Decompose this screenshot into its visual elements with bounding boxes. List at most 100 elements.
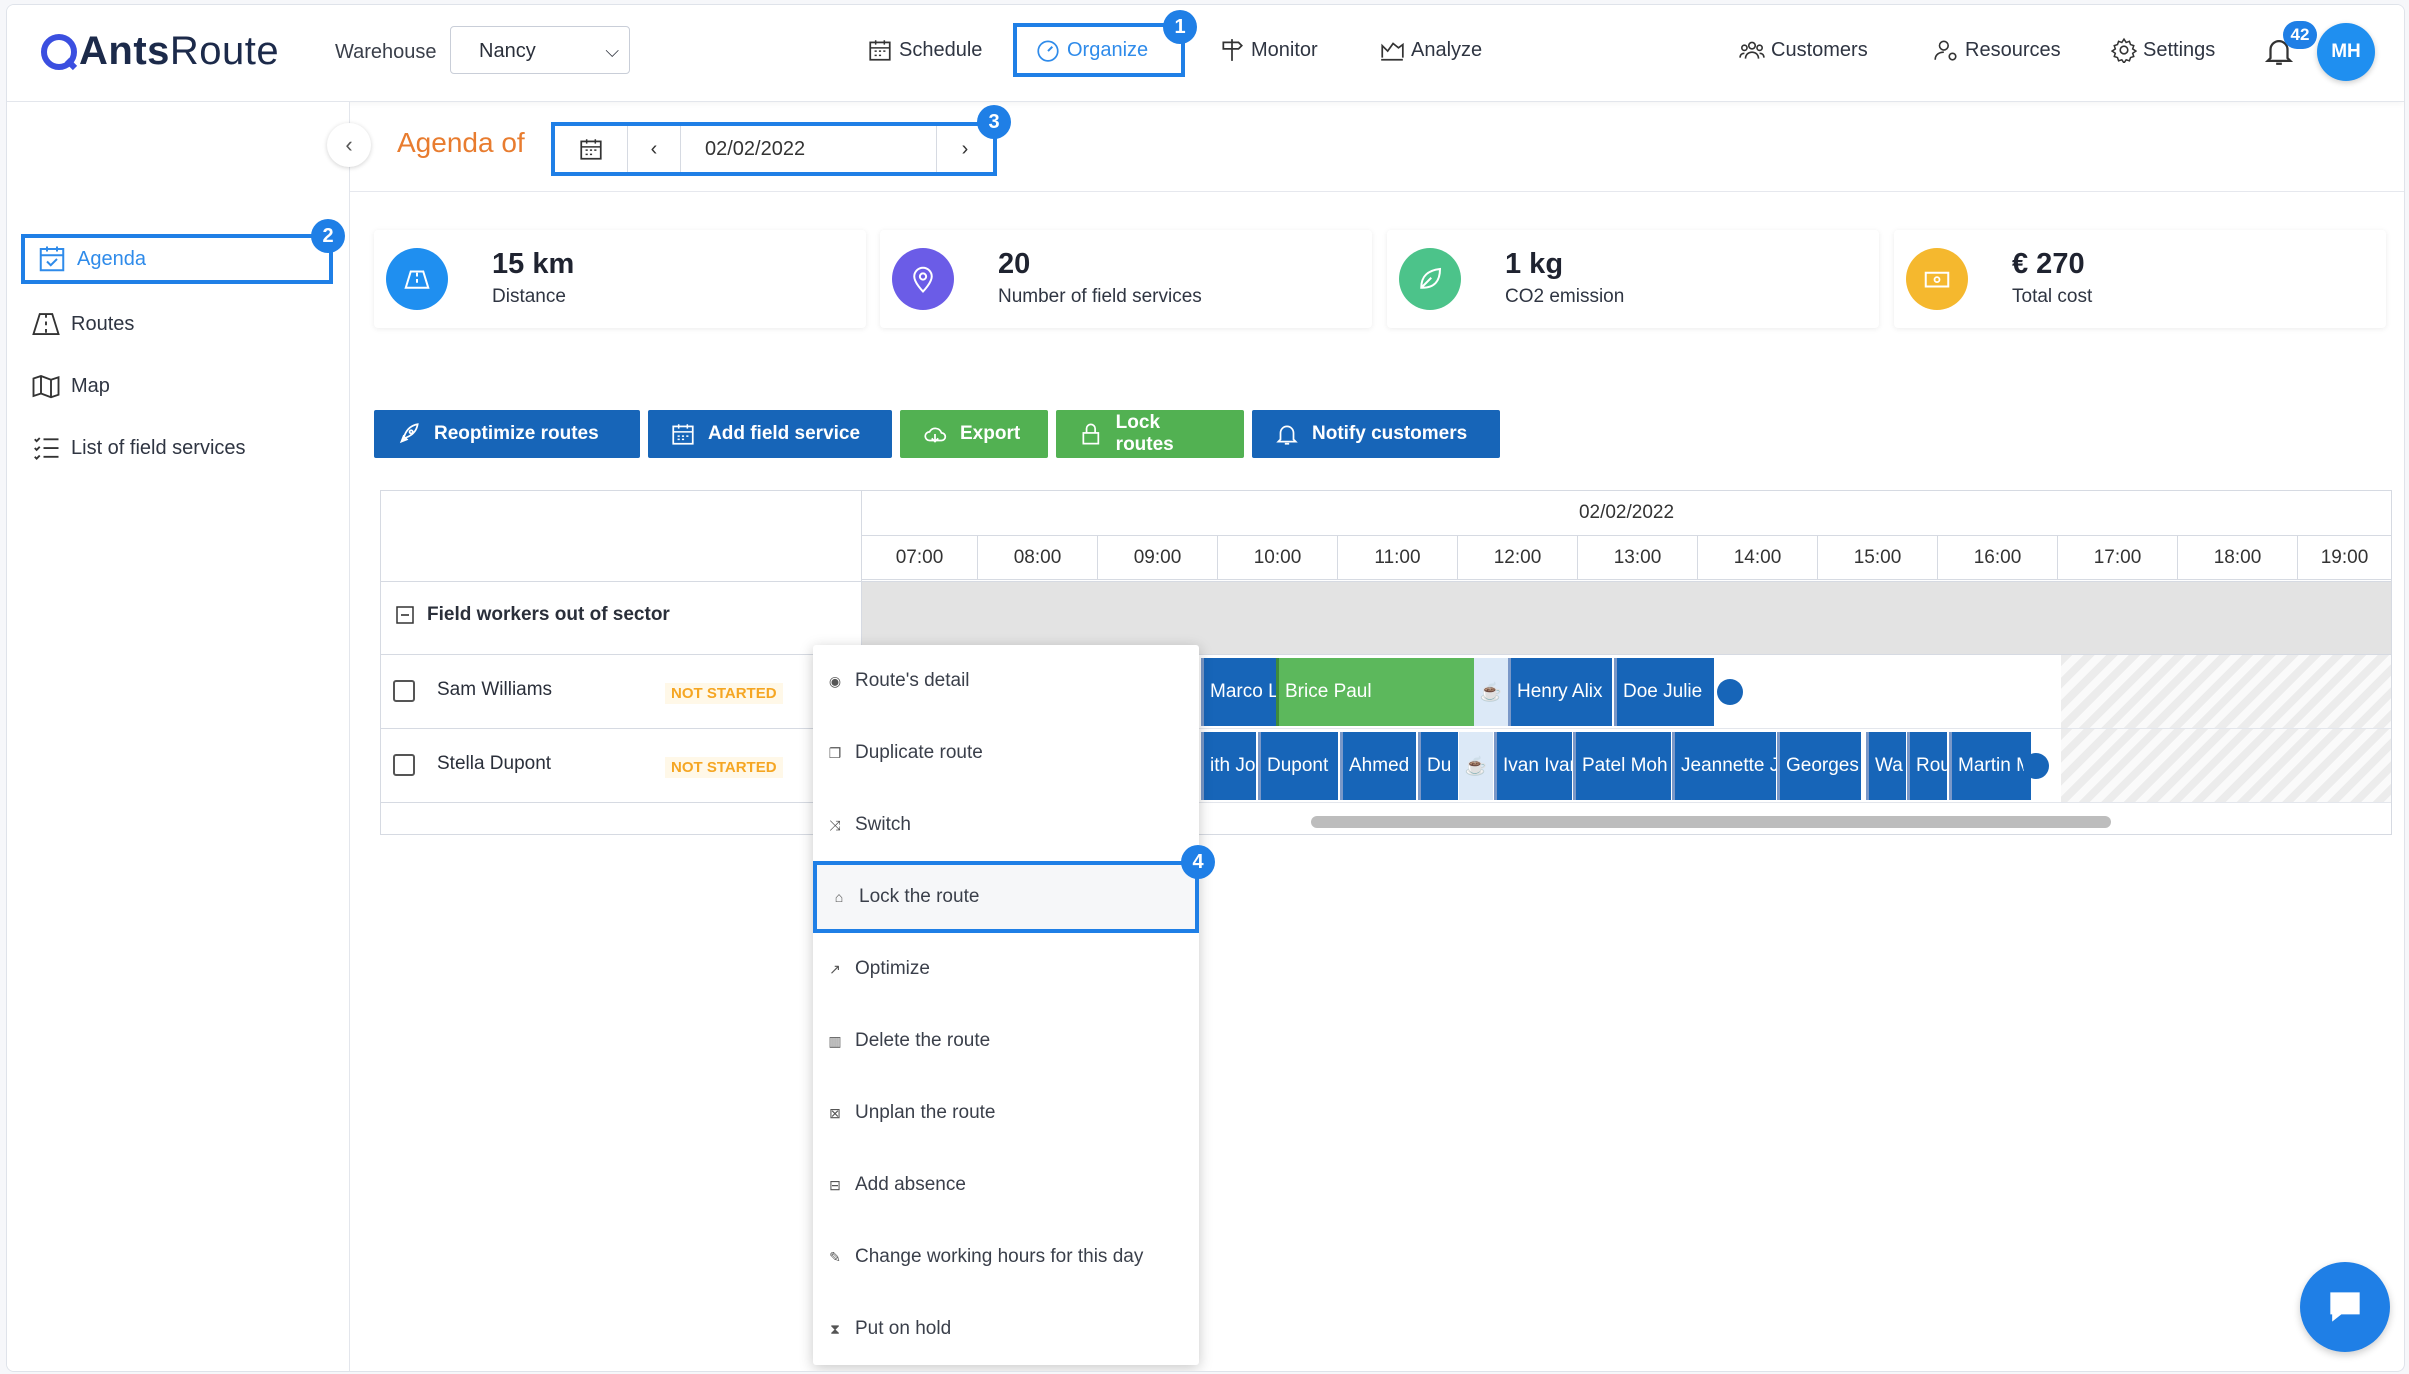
nav-organize[interactable]: Organize: [1013, 23, 1185, 77]
user-avatar[interactable]: MH: [2317, 23, 2375, 81]
hour-header: 08:00: [978, 536, 1098, 580]
pencil-icon: ✎: [829, 1248, 841, 1265]
add-field-service-button[interactable]: Add field service: [648, 410, 892, 458]
nav-label: Organize: [1067, 38, 1149, 61]
sector-toggle[interactable]: Field workers out of sector: [395, 604, 670, 626]
button-label: Reoptimize routes: [434, 423, 599, 444]
hour-header: 18:00: [2178, 536, 2298, 580]
app-window: AntsRoute Warehouse Nancy ⌵ Schedule Org…: [6, 4, 2405, 1372]
hourglass-icon: ⧗: [830, 1320, 840, 1337]
menu-item-put-on-hold[interactable]: ⧗ Put on hold: [813, 1293, 1199, 1365]
horizontal-scrollbar[interactable]: [1311, 816, 2111, 828]
sidebar: Agenda 2 Routes Map List of field servic…: [7, 102, 350, 1371]
status-badge: NOT STARTED: [665, 683, 783, 704]
menu-item-label: Duplicate route: [855, 742, 983, 763]
lock-icon: ⌂: [834, 889, 844, 905]
calendar-button[interactable]: [555, 126, 628, 172]
route-stop-segment[interactable]: Martin M: [1949, 732, 2031, 800]
menu-item-label: Change working hours for this day: [855, 1246, 1144, 1267]
menu-item-delete-route[interactable]: ▥ Delete the route: [813, 1005, 1199, 1077]
route-stop-segment[interactable]: Georges: [1777, 732, 1861, 800]
menu-item-add-absence[interactable]: ⊟ Add absence: [813, 1149, 1199, 1221]
gauge-icon: [1037, 40, 1059, 62]
hour-header: 10:00: [1218, 536, 1338, 580]
rocket-icon: [399, 423, 419, 444]
route-stop-segment[interactable]: Dupont: [1258, 732, 1338, 800]
nav-label: Customers: [1771, 38, 1868, 61]
route-stop-segment[interactable]: Ivan Ivan: [1494, 732, 1572, 800]
notify-customers-button[interactable]: Notify customers: [1252, 410, 1500, 458]
chat-support-button[interactable]: [2300, 1262, 2390, 1352]
menu-item-label: Unplan the route: [855, 1102, 996, 1123]
app-logo[interactable]: AntsRoute: [39, 29, 279, 74]
nav-settings[interactable]: Settings: [2111, 25, 2215, 75]
gantt-date-header: 02/02/2022: [862, 491, 2391, 536]
nav-schedule[interactable]: Schedule: [867, 25, 982, 75]
coffee-break-icon: ☕: [1459, 732, 1493, 800]
sidebar-item-label: Routes: [71, 312, 135, 335]
hour-header: 14:00: [1698, 536, 1818, 580]
sector-label: Field workers out of sector: [427, 604, 670, 625]
menu-item-label: Switch: [855, 814, 911, 835]
menu-item-route-detail[interactable]: ◉ Route's detail: [813, 645, 1199, 717]
route-stop-segment[interactable]: Rou: [1907, 732, 1947, 800]
menu-item-switch[interactable]: ⤨ Switch: [813, 789, 1199, 861]
callout-badge-4: 4: [1181, 845, 1215, 879]
sidebar-item-map[interactable]: Map: [31, 364, 110, 408]
menu-item-optimize[interactable]: ↗ Optimize: [813, 933, 1199, 1005]
worker-row: Stella Dupont NOT STARTED: [381, 729, 861, 803]
nav-resources[interactable]: Resources: [1933, 25, 2061, 75]
worker-checkbox[interactable]: [393, 680, 415, 702]
button-label: Lock routes: [1115, 412, 1174, 455]
route-stop-segment[interactable]: Marco L: [1201, 658, 1276, 726]
warehouse-select[interactable]: Nancy ⌵: [450, 26, 630, 74]
copy-icon: ❐: [828, 744, 842, 761]
previous-day-button[interactable]: ‹: [628, 126, 681, 172]
calendar-icon: [869, 40, 891, 61]
route-stop-segment[interactable]: Jeannette J: [1672, 732, 1776, 800]
route-stop-segment[interactable]: Ahmed: [1340, 732, 1416, 800]
logo-icon: [41, 33, 78, 70]
nav-label: Analyze: [1411, 38, 1483, 61]
date-input[interactable]: 02/02/2022: [681, 126, 937, 172]
header-divider: [350, 191, 2404, 192]
hour-header: 11:00: [1338, 536, 1458, 580]
route-stop-segment[interactable]: Brice Paul: [1276, 658, 1474, 726]
users-icon: [1739, 41, 1765, 59]
route-stop-segment[interactable]: Du: [1418, 732, 1458, 800]
stat-label: Total cost: [2012, 286, 2093, 307]
sidebar-item-field-services[interactable]: List of field services: [31, 426, 246, 470]
lock-routes-button[interactable]: Lock routes: [1056, 410, 1244, 458]
route-stop-segment[interactable]: Doe Julie: [1614, 658, 1714, 726]
stat-label: CO2 emission: [1505, 286, 1625, 307]
route-stop-segment[interactable]: ith Jo: [1201, 732, 1256, 800]
nav-customers[interactable]: Customers: [1739, 25, 1868, 75]
nav-analyze[interactable]: Analyze: [1379, 25, 1482, 75]
menu-item-unplan-route[interactable]: ⊠ Unplan the route: [813, 1077, 1199, 1149]
route-end-marker[interactable]: [2023, 753, 2049, 779]
map-icon: [32, 375, 60, 399]
menu-item-lock-route[interactable]: ⌂ Lock the route: [813, 861, 1199, 933]
menu-item-label: Add absence: [855, 1174, 966, 1195]
worker-name: Stella Dupont: [437, 753, 552, 774]
export-button[interactable]: Export: [900, 410, 1048, 458]
menu-item-duplicate-route[interactable]: ❐ Duplicate route: [813, 717, 1199, 789]
reoptimize-routes-button[interactable]: Reoptimize routes: [374, 410, 640, 458]
calendar-icon: [580, 139, 602, 160]
route-end-marker[interactable]: [1717, 679, 1743, 705]
collapse-sidebar-button[interactable]: ‹: [327, 123, 371, 167]
route-stop-segment[interactable]: Patel Moh: [1573, 732, 1671, 800]
warehouse-label: Warehouse: [335, 41, 437, 63]
route-stop-segment[interactable]: Henry Alix: [1508, 658, 1612, 726]
chevron-right-icon: ›: [961, 137, 969, 160]
menu-item-change-working-hours[interactable]: ✎ Change working hours for this day: [813, 1221, 1199, 1293]
nav-monitor[interactable]: Monitor: [1219, 25, 1318, 75]
chevron-left-icon: ‹: [345, 132, 353, 157]
stat-card-field-services: 20 Number of field services: [880, 230, 1372, 328]
sidebar-item-agenda[interactable]: Agenda: [21, 234, 333, 284]
route-stop-segment[interactable]: Wa: [1866, 732, 1906, 800]
worker-checkbox[interactable]: [393, 754, 415, 776]
hour-header: 07:00: [862, 536, 978, 580]
sidebar-item-routes[interactable]: Routes: [31, 302, 134, 346]
rocket-icon: ↗: [829, 960, 841, 977]
